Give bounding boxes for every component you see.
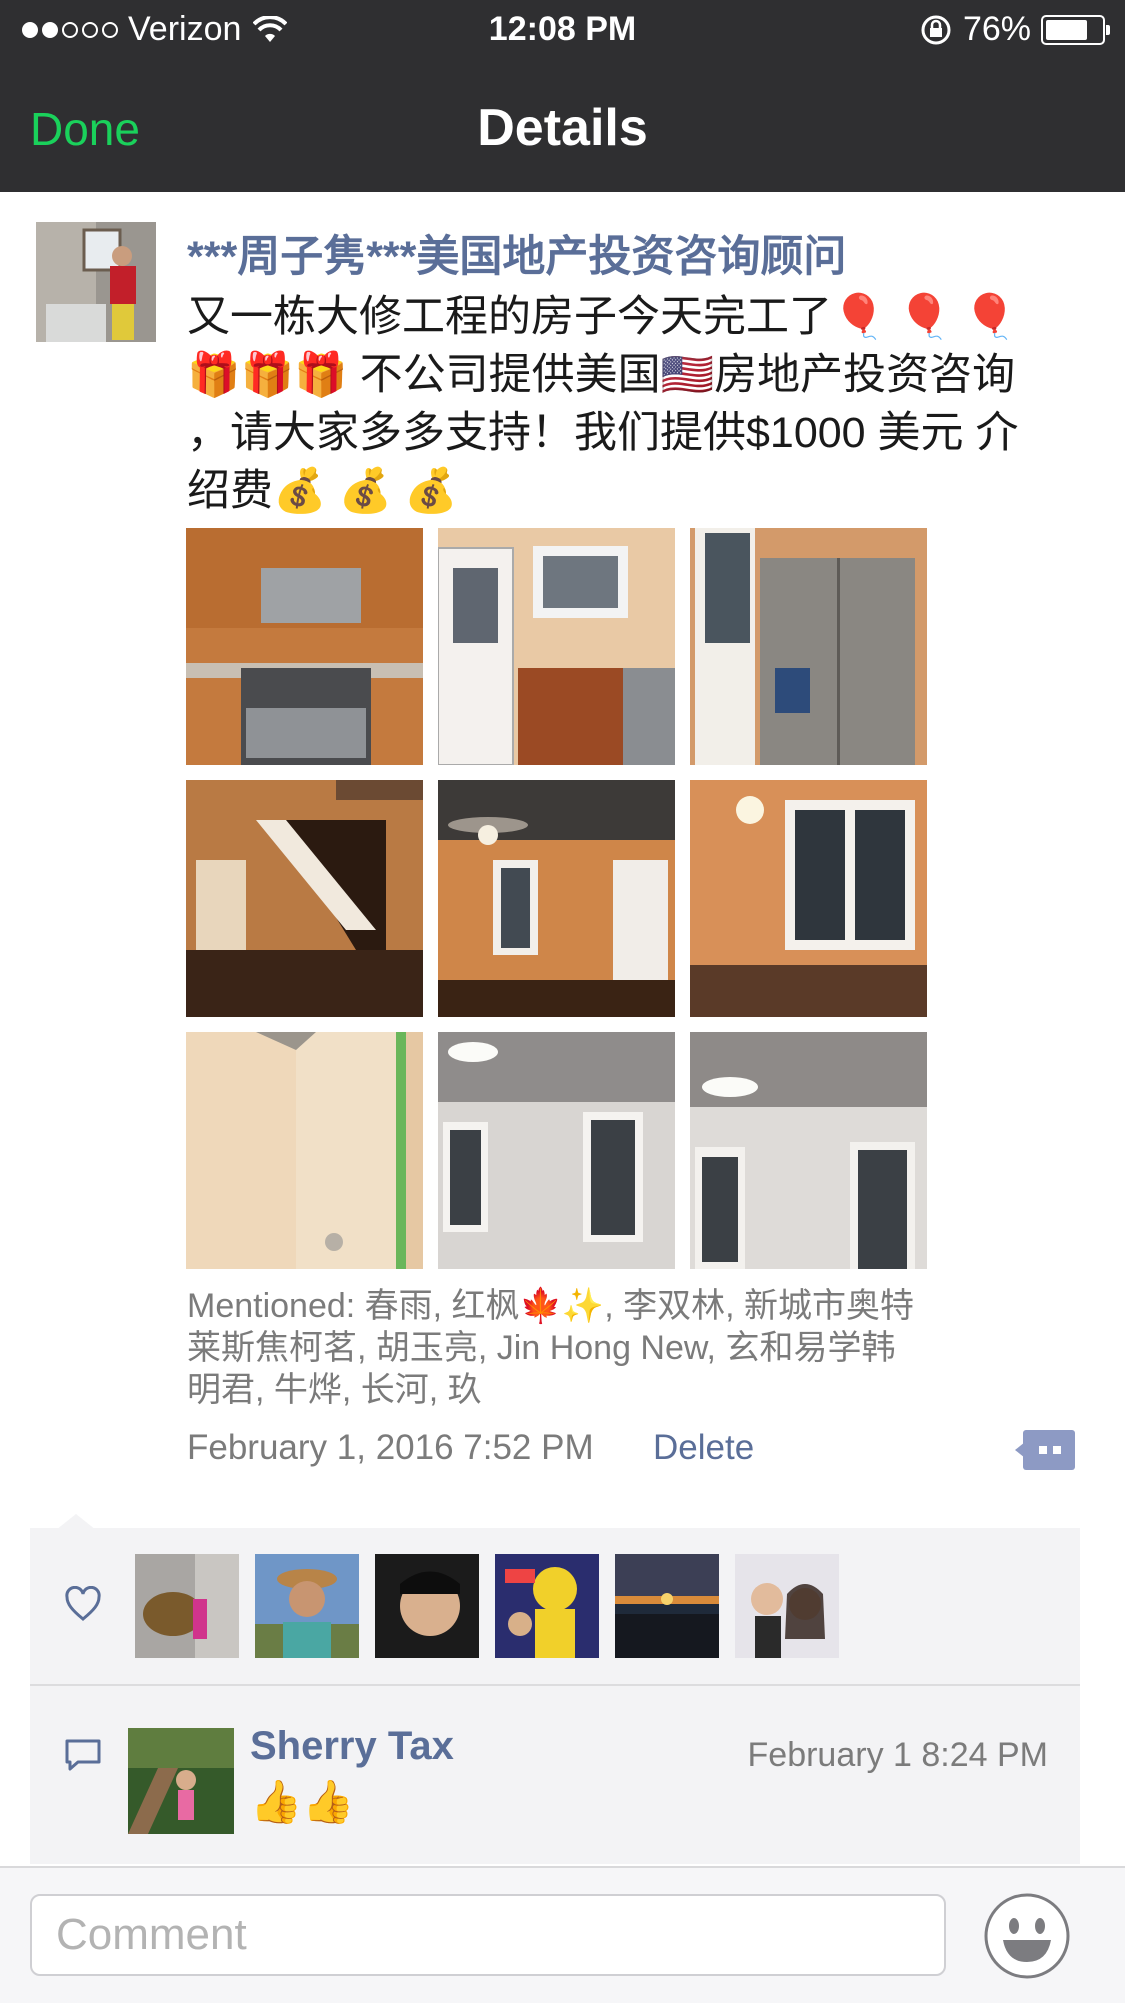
post-text-line2a: 不公司提供美国 — [359, 351, 661, 399]
liker-avatar[interactable] — [615, 1554, 719, 1658]
comment-menu-button[interactable] — [1015, 1430, 1075, 1470]
battery-percent: 76% — [962, 10, 1031, 48]
comment-icon — [65, 1739, 101, 1771]
photo-window-room[interactable] — [690, 780, 927, 1017]
gift-icon: 🎁 — [240, 351, 295, 399]
commenter-name[interactable]: Sherry Tax — [250, 1724, 454, 1769]
photo-grid — [186, 528, 928, 1270]
emoji-button[interactable] — [983, 1892, 1071, 1980]
post-date: February 1, 2016 7:52 PM — [187, 1428, 594, 1467]
mentioned-list[interactable]: Mentioned: 春雨, 红枫🍁✨, 李双林, 新城市奥特莱斯焦柯茗, 胡玉… — [187, 1285, 927, 1411]
post-author[interactable]: ***周子隽***美国地产投资咨询顾问 — [187, 222, 846, 284]
photo-ceiling-fan-room[interactable] — [438, 780, 675, 1017]
photo-staircase[interactable] — [186, 780, 423, 1017]
delete-link[interactable]: Delete — [653, 1428, 754, 1468]
nav-bar: Done Details — [0, 62, 1125, 192]
feedback-divider — [30, 1684, 1080, 1686]
battery-icon — [1041, 14, 1110, 45]
heart-icon — [65, 1586, 101, 1621]
liker-avatar[interactable] — [495, 1554, 599, 1658]
photo-kitchen-sink[interactable] — [438, 528, 675, 765]
post-text-line4: 绍费 — [187, 467, 273, 515]
post-text: 又一栋大修工程的房子今天完工了🎈 🎈 🎈 🎁🎁🎁 不公司提供美国🇺🇸房地产投资咨… — [187, 288, 1077, 520]
comment-time: February 1 8:24 PM — [747, 1736, 1048, 1774]
comment-text: 👍👍 — [250, 1778, 355, 1825]
rotation-lock-icon — [921, 15, 951, 44]
feedback-panel: Sherry Tax February 1 8:24 PM 👍👍 — [30, 1528, 1080, 1864]
gift-icon: 🎁 — [187, 351, 241, 399]
money-bag-icon: 💰 — [404, 467, 458, 515]
comment-input-bar — [0, 1866, 1125, 2003]
author-avatar[interactable] — [36, 222, 156, 342]
smiley-icon — [984, 1893, 1070, 1979]
comment-bubble-icon — [1015, 1430, 1075, 1470]
liker-avatar[interactable] — [735, 1554, 839, 1658]
balloon-icon: 🎈 — [963, 293, 1017, 341]
likes-row — [30, 1528, 1080, 1684]
post-text-line2b: 房地产投资咨询 — [714, 351, 1016, 399]
money-bag-icon: 💰 — [338, 467, 393, 515]
photo-bathroom-wall[interactable] — [186, 1032, 423, 1269]
page-title: Details — [477, 99, 648, 157]
status-bar-right: 76% — [919, 10, 1110, 49]
status-bar: Verizon 12:08 PM 76% — [0, 0, 1125, 62]
comment-input[interactable] — [30, 1894, 946, 1976]
photo-white-room-window[interactable] — [690, 1032, 927, 1269]
money-bag-icon: 💰 — [273, 467, 327, 515]
balloon-icon: 🎈 — [832, 293, 886, 341]
balloon-icon: 🎈 — [897, 293, 952, 341]
photo-white-room[interactable] — [438, 1032, 675, 1269]
us-flag-icon: 🇺🇸 — [660, 351, 715, 399]
liker-avatar[interactable] — [375, 1554, 479, 1658]
liker-avatar[interactable] — [255, 1554, 359, 1658]
commenter-avatar[interactable] — [128, 1728, 234, 1834]
liker-avatar[interactable] — [135, 1554, 239, 1658]
post-text-line3: ，请大家多多支持！我们提供$1000 美元 介 — [187, 409, 1019, 457]
photo-refrigerator[interactable] — [690, 528, 927, 765]
post-text-line1: 又一栋大修工程的房子今天完工了 — [187, 293, 832, 341]
gift-icon: 🎁 — [294, 351, 348, 399]
photo-kitchen-stove[interactable] — [186, 528, 423, 765]
